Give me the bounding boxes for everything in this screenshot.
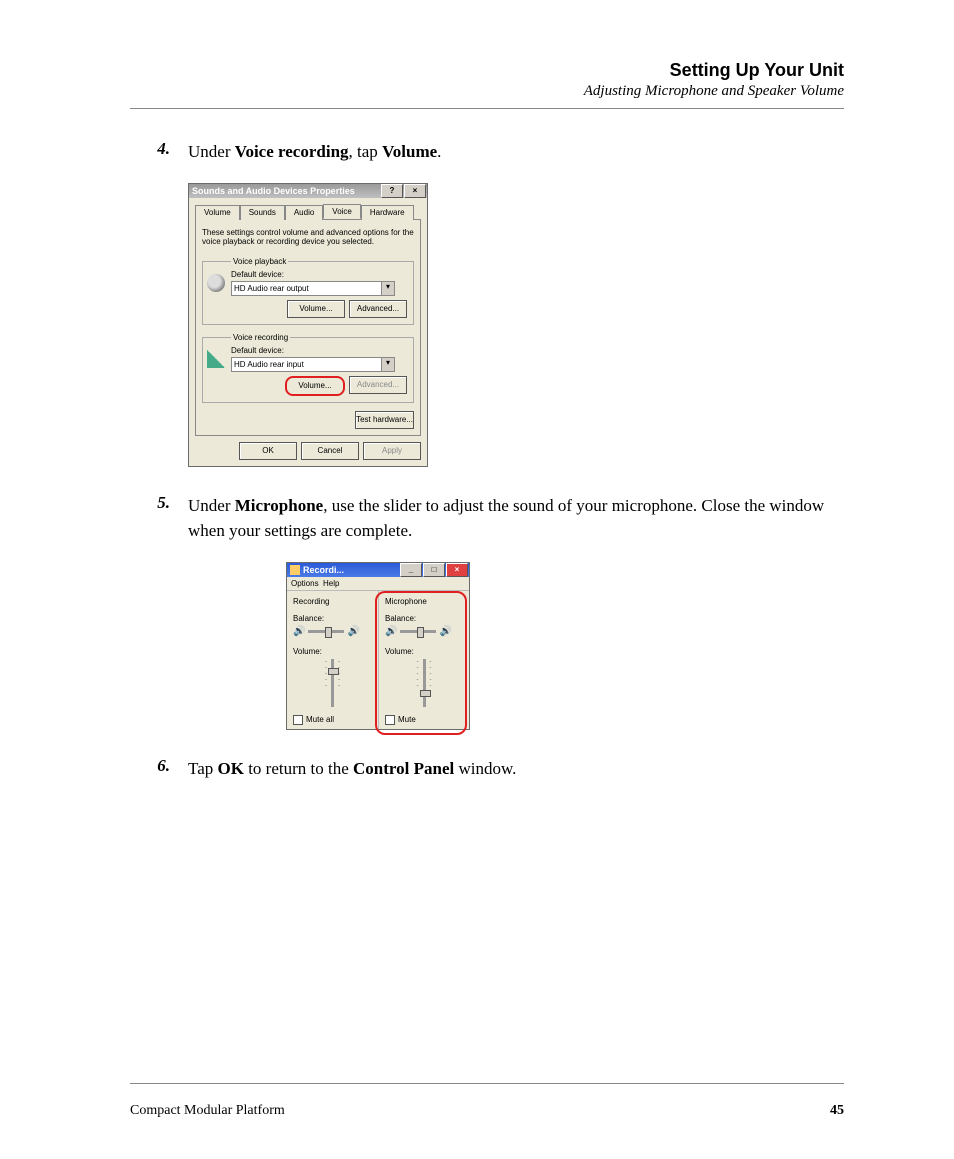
dialog-title: Sounds and Audio Devices Properties bbox=[192, 186, 355, 196]
tab-volume[interactable]: Volume bbox=[195, 205, 240, 220]
recording-volume-button[interactable]: Volume... bbox=[285, 376, 345, 396]
balance-label: Balance: bbox=[293, 614, 372, 623]
microphone-icon bbox=[207, 350, 225, 368]
speaker-right-icon: 🔊 bbox=[347, 626, 359, 637]
dialog-titlebar: Sounds and Audio Devices Properties ? × bbox=[189, 184, 427, 198]
playback-advanced-button[interactable]: Advanced... bbox=[349, 300, 407, 318]
column-title: Recording bbox=[293, 597, 372, 606]
menubar: Options Help bbox=[287, 577, 469, 591]
ok-button[interactable]: OK bbox=[239, 442, 297, 460]
test-hardware-button[interactable]: Test hardware... bbox=[355, 411, 414, 429]
text: . bbox=[437, 142, 441, 161]
mute-all-checkbox[interactable]: Mute all bbox=[293, 715, 372, 725]
text: Under bbox=[188, 496, 235, 515]
text: window. bbox=[454, 759, 516, 778]
playback-device-combo[interactable]: HD Audio rear output bbox=[231, 281, 395, 296]
default-device-label: Default device: bbox=[231, 346, 407, 355]
speaker-icon bbox=[207, 274, 225, 292]
tab-hardware[interactable]: Hardware bbox=[361, 205, 414, 220]
cancel-button[interactable]: Cancel bbox=[301, 442, 359, 460]
highlight-annotation bbox=[375, 591, 467, 735]
tab-audio[interactable]: Audio bbox=[285, 205, 323, 220]
step-4-text: Under Voice recording, tap Volume. bbox=[188, 139, 441, 165]
text-bold: Volume bbox=[382, 142, 437, 161]
dialog-description: These settings control volume and advanc… bbox=[202, 228, 414, 247]
maximize-button[interactable]: □ bbox=[423, 563, 445, 577]
app-icon bbox=[290, 565, 300, 575]
voice-recording-group: Voice recording Default device: HD Audio… bbox=[202, 333, 414, 403]
dialog-tabs: Volume Sounds Audio Voice Hardware bbox=[195, 204, 427, 219]
recording-balance-slider[interactable] bbox=[308, 630, 344, 633]
step-5-text: Under Microphone, use the slider to adju… bbox=[188, 493, 844, 544]
tab-sounds[interactable]: Sounds bbox=[240, 205, 285, 220]
recording-volume-slider[interactable] bbox=[331, 659, 334, 707]
recording-column: Recording Balance: 🔊 🔊 Volume: ----- ---… bbox=[287, 591, 378, 729]
slider-ticks: ----- bbox=[325, 659, 327, 707]
close-button[interactable]: × bbox=[446, 563, 468, 577]
sounds-audio-dialog: Sounds and Audio Devices Properties ? × … bbox=[188, 183, 428, 467]
default-device-label: Default device: bbox=[231, 270, 407, 279]
minimize-button[interactable]: _ bbox=[400, 563, 422, 577]
footer-left: Compact Modular Platform bbox=[130, 1103, 285, 1119]
step-6-text: Tap OK to return to the Control Panel wi… bbox=[188, 756, 516, 782]
header-rule bbox=[130, 108, 844, 109]
tab-voice[interactable]: Voice bbox=[323, 204, 361, 219]
group-legend: Voice recording bbox=[231, 333, 290, 342]
slider-ticks: ----- bbox=[338, 659, 340, 707]
volume-label: Volume: bbox=[293, 647, 372, 656]
text-bold: Microphone bbox=[235, 496, 323, 515]
window-titlebar: Recordi... _ □ × bbox=[287, 563, 469, 577]
window-title: Recordi... bbox=[303, 565, 344, 575]
voice-playback-group: Voice playback Default device: HD Audio … bbox=[202, 257, 414, 325]
text-bold: Control Panel bbox=[353, 759, 454, 778]
checkbox-label: Mute all bbox=[306, 715, 334, 724]
help-button[interactable]: ? bbox=[381, 184, 403, 198]
step-number: 4. bbox=[130, 139, 188, 165]
step-number: 6. bbox=[130, 756, 188, 782]
group-legend: Voice playback bbox=[231, 257, 288, 266]
text: , tap bbox=[349, 142, 383, 161]
text-bold: Voice recording bbox=[235, 142, 349, 161]
recording-control-window: Recordi... _ □ × Options Help Recording … bbox=[286, 562, 470, 730]
text: Under bbox=[188, 142, 235, 161]
page-number: 45 bbox=[830, 1103, 844, 1119]
page-section-title: Setting Up Your Unit bbox=[130, 60, 844, 81]
text: Tap bbox=[188, 759, 218, 778]
recording-device-combo[interactable]: HD Audio rear input bbox=[231, 357, 395, 372]
footer-rule bbox=[130, 1083, 844, 1084]
close-button[interactable]: × bbox=[404, 184, 426, 198]
speaker-left-icon: 🔊 bbox=[293, 626, 305, 637]
menu-help[interactable]: Help bbox=[323, 579, 339, 588]
page-section-subtitle: Adjusting Microphone and Speaker Volume bbox=[130, 83, 844, 100]
playback-volume-button[interactable]: Volume... bbox=[287, 300, 345, 318]
text-bold: OK bbox=[218, 759, 244, 778]
menu-options[interactable]: Options bbox=[291, 579, 319, 588]
text: to return to the bbox=[244, 759, 353, 778]
step-number: 5. bbox=[130, 493, 188, 544]
apply-button: Apply bbox=[363, 442, 421, 460]
recording-advanced-button: Advanced... bbox=[349, 376, 407, 394]
